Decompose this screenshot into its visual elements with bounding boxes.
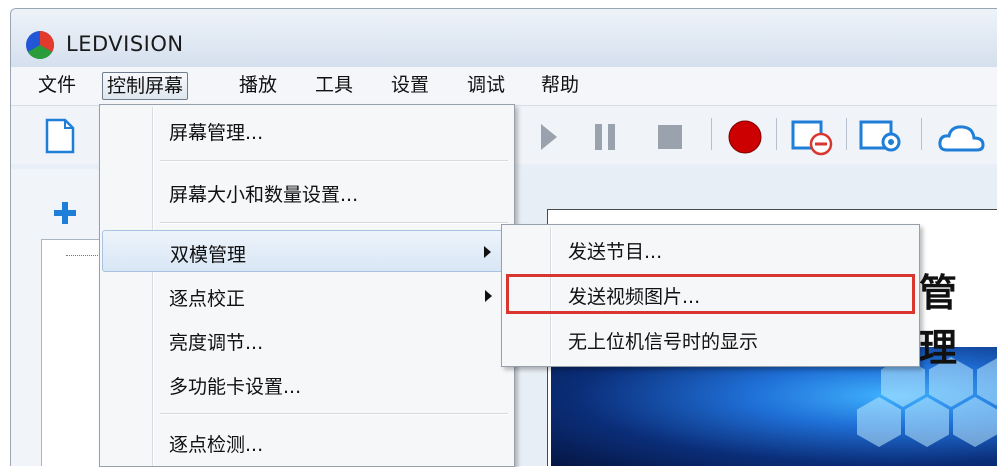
- play-icon[interactable]: [539, 122, 559, 152]
- menu-item-screen-management[interactable]: 屏幕管理...: [102, 109, 512, 149]
- menu-debug[interactable]: 调试: [463, 72, 509, 98]
- pause-icon[interactable]: [593, 122, 617, 152]
- submenu-item-label: 无上位机信号时的显示: [568, 331, 759, 353]
- menu-item-label: 逐点检测...: [169, 434, 264, 456]
- menu-bar: 文件 控制屏幕 播放 工具 设置 调试 帮助: [11, 67, 997, 106]
- preview-title: 管理: [919, 271, 964, 370]
- menu-item-screen-size[interactable]: 屏幕大小和数量设置...: [102, 171, 512, 211]
- submenu-item-no-signal-display[interactable]: 无上位机信号时的显示: [506, 319, 915, 359]
- screen-settings-icon[interactable]: [859, 118, 905, 156]
- menu-item-point-detection[interactable]: 逐点检测...: [102, 421, 512, 461]
- control-screen-dropdown: 屏幕管理... 屏幕大小和数量设置... 双模管理 逐点校正 亮度调节... 多…: [99, 104, 515, 467]
- menu-item-label: 逐点校正: [169, 288, 246, 310]
- menu-item-label: 屏幕管理...: [169, 122, 264, 144]
- toolbar-separator: [776, 118, 777, 150]
- app-title: LEDVISION: [66, 32, 184, 56]
- screen-off-icon[interactable]: [791, 118, 835, 156]
- title-bar: LEDVISION: [11, 9, 997, 67]
- menu-item-label: 屏幕大小和数量设置...: [169, 184, 359, 206]
- submenu-item-label: 发送节目...: [568, 241, 663, 263]
- add-icon[interactable]: [53, 201, 77, 225]
- menu-settings[interactable]: 设置: [387, 72, 433, 98]
- toolbar-separator: [711, 118, 712, 150]
- menu-separator: [160, 222, 508, 224]
- submenu-arrow-icon: [484, 246, 491, 258]
- menu-item-label: 双模管理: [170, 244, 247, 266]
- menu-item-multifunction-card[interactable]: 多功能卡设置...: [102, 363, 512, 403]
- menu-control-screen[interactable]: 控制屏幕: [102, 72, 189, 100]
- menu-help[interactable]: 帮助: [537, 72, 583, 98]
- menu-file[interactable]: 文件: [34, 72, 80, 98]
- menu-item-brightness[interactable]: 亮度调节...: [102, 319, 512, 359]
- menu-item-label: 亮度调节...: [169, 332, 264, 354]
- record-icon[interactable]: [727, 119, 763, 155]
- toolbar-separator: [921, 118, 922, 150]
- menu-tools[interactable]: 工具: [311, 72, 357, 98]
- led-rgb-logo-icon: [26, 31, 54, 59]
- dual-mode-submenu: 发送节目... 发送视频图片... 无上位机信号时的显示: [501, 224, 920, 367]
- submenu-arrow-icon: [485, 290, 492, 302]
- submenu-item-label: 发送视频图片...: [568, 286, 701, 308]
- menu-play[interactable]: 播放: [235, 72, 281, 98]
- menu-item-label: 多功能卡设置...: [169, 376, 302, 398]
- menu-item-dual-mode[interactable]: 双模管理: [102, 230, 512, 272]
- new-file-icon[interactable]: [45, 118, 75, 154]
- menu-separator: [160, 413, 508, 415]
- menu-separator: [160, 160, 508, 162]
- cloud-icon[interactable]: [937, 122, 989, 154]
- stop-icon[interactable]: [657, 124, 683, 150]
- toolbar-separator: [846, 118, 847, 150]
- submenu-item-send-program[interactable]: 发送节目...: [506, 229, 915, 269]
- menu-item-point-correction[interactable]: 逐点校正: [102, 275, 512, 315]
- submenu-item-send-video-image[interactable]: 发送视频图片...: [506, 274, 915, 314]
